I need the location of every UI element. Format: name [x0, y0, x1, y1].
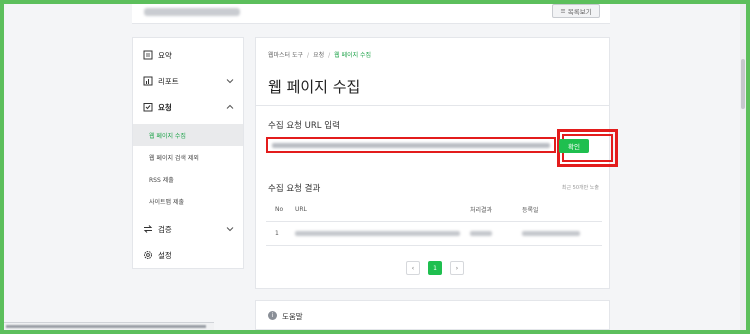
sidebar-sub-rss[interactable]: RSS 제출: [133, 168, 243, 190]
row-status-blurred: [461, 221, 513, 246]
sidebar-item-label: 검증: [158, 224, 172, 234]
sidebar: 요약 리포트 요청 웹 페이지 수집 웹 페이지 검색 제외 RSS 제출 사이…: [132, 37, 244, 269]
sidebar-item-report[interactable]: 리포트: [133, 68, 243, 94]
next-page-button[interactable]: ›: [450, 261, 464, 275]
breadcrumb-current: 웹 페이지 수집: [334, 52, 372, 59]
sidebar-sub-sitemap[interactable]: 사이트맵 제출: [133, 190, 243, 212]
sidebar-item-label: 요청: [158, 102, 172, 112]
home-icon: [143, 50, 153, 60]
row-url-blurred: [286, 221, 461, 246]
sidebar-item-verify[interactable]: 검증: [133, 216, 243, 242]
list-view-button[interactable]: ≡ 목록보기: [552, 4, 600, 18]
breadcrumb: 웹마스터 도구 / 요청 / 웹 페이지 수집: [268, 52, 372, 59]
chevron-down-icon: [226, 227, 234, 232]
row-no: 1: [266, 221, 286, 246]
top-bar: ≡ 목록보기: [132, 4, 610, 24]
list-view-label: 목록보기: [567, 8, 592, 16]
gear-icon: [143, 250, 153, 260]
status-url-blurred: [6, 325, 206, 328]
results-section-title: 수집 요청 결과: [268, 184, 321, 194]
url-input-section-title: 수집 요청 URL 입력: [268, 121, 340, 131]
url-input[interactable]: [266, 137, 556, 153]
confirm-button[interactable]: 확인: [559, 139, 589, 153]
breadcrumb-middle[interactable]: 요청: [313, 52, 324, 59]
sidebar-item-label: 리포트: [158, 76, 179, 86]
status-bar: [4, 322, 214, 330]
chevron-up-icon: [226, 104, 234, 109]
page-title: 웹 페이지 수집: [268, 78, 361, 96]
column-header-status: 처리결과: [461, 199, 513, 222]
chevron-down-icon: [226, 79, 234, 84]
column-header-date: 등록일: [513, 199, 602, 222]
pagination: ‹ 1 ›: [406, 261, 464, 275]
row-date-blurred: [513, 221, 602, 246]
info-icon: i: [268, 311, 277, 320]
breadcrumb-root[interactable]: 웹마스터 도구: [268, 52, 303, 59]
list-icon: ≡: [560, 7, 566, 15]
help-panel[interactable]: i 도움말: [255, 300, 610, 330]
sidebar-sub-label: 웹 페이지 검색 제외: [149, 154, 199, 162]
sidebar-sub-label: 사이트맵 제출: [149, 198, 185, 206]
sidebar-item-settings[interactable]: 설정: [133, 242, 243, 268]
scrollbar[interactable]: [740, 4, 746, 330]
help-title: 도움말: [282, 312, 303, 321]
sidebar-item-label: 설정: [158, 250, 172, 260]
column-header-url: URL: [286, 199, 461, 222]
sidebar-item-request[interactable]: 요청: [133, 94, 243, 120]
prev-page-button[interactable]: ‹: [406, 261, 420, 275]
browser-viewport: ≡ 목록보기 요약 리포트 요청 웹 페이지 수집 웹 페이지 검색 제외 RS…: [4, 4, 746, 330]
sidebar-sub-label: 웹 페이지 수집: [149, 132, 186, 140]
sidebar-item-label: 요약: [158, 50, 172, 60]
report-icon: [143, 76, 153, 86]
request-icon: [143, 102, 153, 112]
main-panel: 웹마스터 도구 / 요청 / 웹 페이지 수집 웹 페이지 수집 수집 요청 URL 입…: [255, 37, 618, 289]
results-table: No URL 처리결과 등록일 1: [266, 199, 602, 246]
site-url-blurred: [144, 8, 240, 16]
verify-icon: [143, 224, 153, 234]
sidebar-sub-label: RSS 제출: [149, 176, 174, 184]
column-header-no: No: [266, 199, 286, 222]
table-header-row: No URL 처리결과 등록일: [266, 199, 602, 222]
recent-note: 최근 50개만 노출: [561, 185, 599, 191]
divider: [256, 105, 609, 106]
table-row: 1: [266, 221, 602, 246]
scrollbar-thumb[interactable]: [741, 59, 745, 109]
url-input-value-blurred: [272, 143, 550, 148]
sidebar-item-summary[interactable]: 요약: [133, 42, 243, 68]
sidebar-sub-web-exclude[interactable]: 웹 페이지 검색 제외: [133, 146, 243, 168]
sidebar-sub-web-collect[interactable]: 웹 페이지 수집: [133, 124, 243, 146]
page-1-button[interactable]: 1: [428, 261, 442, 275]
